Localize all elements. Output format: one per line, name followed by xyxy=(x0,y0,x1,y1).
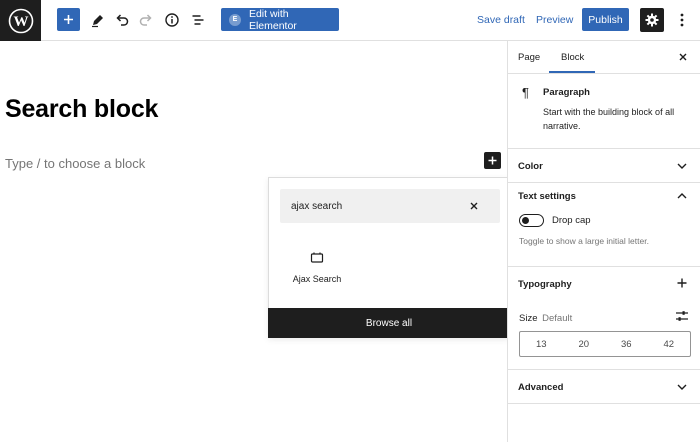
plus-icon xyxy=(64,15,73,24)
close-icon xyxy=(470,202,478,210)
redo-icon xyxy=(139,14,152,26)
drop-cap-help: Toggle to show a large initial letter. xyxy=(519,236,649,246)
custom-size-button[interactable] xyxy=(675,309,689,323)
undo-button[interactable] xyxy=(110,8,134,32)
clear-search-button[interactable] xyxy=(468,200,480,212)
chevron-down-icon xyxy=(676,381,688,393)
color-panel-title: Color xyxy=(518,161,543,172)
toggle-knob xyxy=(522,216,529,224)
list-view-button[interactable] xyxy=(186,8,210,32)
color-panel-toggle[interactable]: Color xyxy=(508,149,700,183)
block-card-title: Paragraph xyxy=(543,87,590,98)
editor-header: W E Edit with Elementor Save draft Previ… xyxy=(0,0,700,41)
font-size-option[interactable]: 20 xyxy=(563,332,606,356)
wordpress-logo-button[interactable]: W xyxy=(0,0,41,41)
more-vertical-icon xyxy=(680,13,684,27)
details-button[interactable] xyxy=(160,8,184,32)
advanced-panel-toggle[interactable]: Advanced xyxy=(508,370,700,404)
font-size-option[interactable]: 36 xyxy=(605,332,648,356)
redo-button[interactable] xyxy=(134,8,158,32)
size-label-text: Size xyxy=(519,313,538,324)
plus-icon xyxy=(677,278,687,288)
svg-text:W: W xyxy=(13,14,28,30)
elementor-icon: E xyxy=(229,13,241,26)
chevron-up-icon xyxy=(676,190,688,202)
quick-inserter-popover: Ajax Search Browse all xyxy=(268,177,510,338)
sidebar-tabs: Page Block xyxy=(508,41,700,74)
elementor-button-label: Edit with Elementor xyxy=(248,7,297,32)
block-search-input[interactable] xyxy=(291,189,461,223)
plus-icon xyxy=(488,156,497,165)
typography-title: Typography xyxy=(518,279,572,290)
browse-all-button[interactable]: Browse all xyxy=(268,308,510,338)
typography-options-button[interactable] xyxy=(676,277,688,289)
close-icon xyxy=(679,53,687,61)
block-placeholder[interactable]: Type / to choose a block xyxy=(5,156,145,171)
font-size-label: Size Default xyxy=(519,313,572,324)
search-block-icon xyxy=(310,252,324,263)
gear-icon xyxy=(645,13,659,27)
wordpress-icon: W xyxy=(8,8,33,33)
sliders-icon xyxy=(676,311,688,321)
drop-cap-label: Drop cap xyxy=(552,215,591,226)
text-settings-toggle[interactable]: Text settings xyxy=(508,179,700,213)
tab-block[interactable]: Block xyxy=(561,52,584,63)
active-tab-indicator xyxy=(549,71,595,73)
post-title[interactable]: Search block xyxy=(5,95,158,124)
chevron-down-icon xyxy=(676,160,688,172)
block-card-description: Start with the building block of all nar… xyxy=(543,107,675,131)
publish-button[interactable]: Publish xyxy=(582,8,629,31)
preview-button[interactable]: Preview xyxy=(536,14,573,26)
edit-with-elementor-button[interactable]: E Edit with Elementor xyxy=(221,7,339,32)
typography-header: Typography xyxy=(508,267,700,301)
block-inserter-toggle-button[interactable] xyxy=(57,8,80,31)
text-settings-title: Text settings xyxy=(518,191,576,202)
list-view-icon xyxy=(192,15,204,25)
save-draft-button[interactable]: Save draft xyxy=(477,14,525,26)
block-search xyxy=(280,189,500,223)
text-settings-panel: Text settings Drop cap Toggle to show a … xyxy=(508,179,700,267)
block-card: ¶ Paragraph Start with the building bloc… xyxy=(508,74,700,149)
settings-button[interactable] xyxy=(640,8,664,32)
block-result-ajax-search[interactable]: Ajax Search xyxy=(287,246,347,291)
options-menu-button[interactable] xyxy=(670,8,694,32)
tools-button[interactable] xyxy=(86,8,110,32)
settings-sidebar: Page Block ¶ Paragraph Start with the bu… xyxy=(507,41,700,442)
undo-icon xyxy=(116,14,129,26)
advanced-panel-title: Advanced xyxy=(518,382,564,393)
tab-page[interactable]: Page xyxy=(518,52,540,63)
size-default-text: Default xyxy=(542,313,573,324)
pencil-icon xyxy=(92,15,103,28)
add-block-button[interactable] xyxy=(484,152,501,169)
font-size-option[interactable]: 42 xyxy=(648,332,691,356)
close-sidebar-button[interactable] xyxy=(677,51,689,63)
font-size-option[interactable]: 13 xyxy=(520,332,563,356)
paragraph-icon: ¶ xyxy=(522,85,529,100)
font-size-picker: 13 20 36 42 xyxy=(519,331,691,357)
info-icon xyxy=(165,13,179,27)
typography-panel: Typography Size Default 13 20 36 42 xyxy=(508,267,700,370)
drop-cap-toggle[interactable] xyxy=(519,214,544,227)
block-result-label: Ajax Search xyxy=(292,274,342,284)
